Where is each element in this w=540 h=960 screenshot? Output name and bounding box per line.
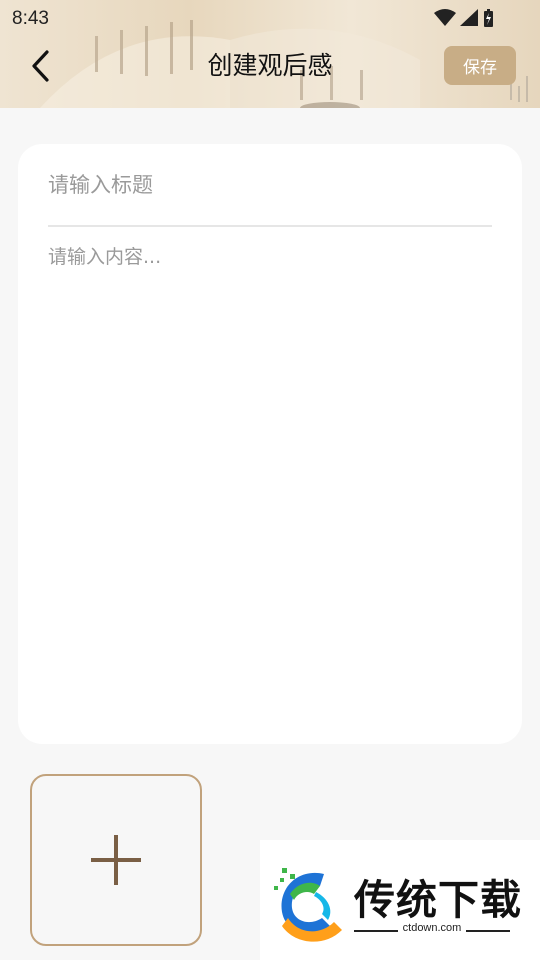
watermark: 传统下载 ctdown.com (260, 840, 540, 960)
wifi-icon (434, 9, 456, 26)
title-input[interactable] (48, 162, 492, 208)
add-image-button[interactable] (30, 774, 202, 946)
watermark-domain: ctdown.com (402, 922, 462, 934)
editor-card (18, 144, 522, 744)
signal-icon (460, 9, 478, 26)
back-button[interactable] (22, 46, 58, 86)
chevron-left-icon (32, 50, 49, 82)
watermark-line-right (466, 930, 510, 932)
status-bar: 8:43 (0, 0, 540, 36)
plus-icon (91, 835, 141, 885)
save-button[interactable]: 保存 (444, 46, 516, 85)
battery-charging-icon (484, 9, 493, 27)
page-title: 创建观后感 (207, 51, 333, 80)
status-icons (434, 8, 500, 28)
watermark-logo (274, 868, 342, 942)
status-time: 8:43 (12, 8, 49, 29)
divider (48, 225, 492, 227)
watermark-text: 传统下载 (354, 876, 522, 924)
content-input[interactable] (48, 242, 492, 722)
